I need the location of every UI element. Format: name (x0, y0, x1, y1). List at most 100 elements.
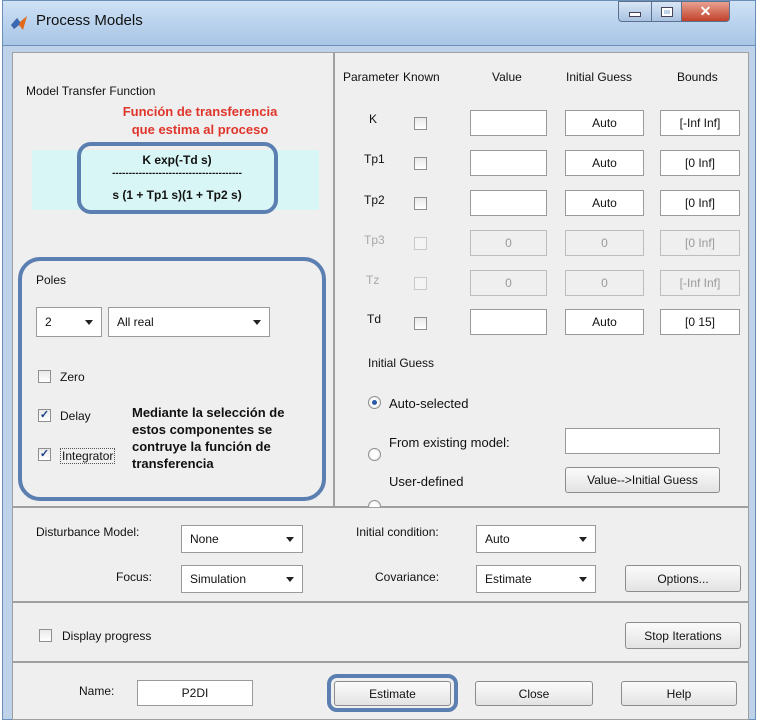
known-checkbox-tp3-box (414, 237, 427, 250)
tf-annotation-line2: que estima al proceso (131, 122, 269, 137)
bounds-field-tp3: [0 Inf] (660, 230, 740, 256)
zero-label: Zero (60, 370, 85, 384)
user-defined-label[interactable]: User-defined (389, 474, 463, 489)
maximize-button[interactable] (652, 1, 682, 22)
window-controls: ✕ (618, 1, 730, 22)
zero-checkbox[interactable] (38, 370, 51, 383)
delay-checkbox[interactable]: ✓ (38, 409, 51, 422)
display-progress-checkbox-box[interactable] (39, 629, 52, 642)
poles-type-select[interactable]: All real (108, 307, 270, 337)
initial-guess-field-k[interactable]: Auto (565, 110, 644, 136)
col-header-bounds: Bounds (677, 70, 718, 84)
known-checkbox-k-box[interactable] (414, 117, 427, 130)
poles-annotation-line: contruye la función de (132, 439, 271, 454)
bounds-field-tp2[interactable]: [0 Inf] (660, 190, 740, 216)
initial-guess-field-tp2[interactable]: Auto (565, 190, 644, 216)
options-button[interactable]: Options... (625, 565, 741, 592)
help-button[interactable]: Help (621, 681, 737, 706)
chevron-down-icon (85, 320, 93, 325)
chevron-down-icon (579, 537, 587, 542)
known-checkbox-tp1[interactable] (414, 157, 427, 170)
from-existing-label[interactable]: From existing model: (389, 435, 510, 450)
value-field-tz: 0 (470, 270, 547, 296)
tf-heading: Model Transfer Function (26, 84, 156, 98)
initial-guess-field-td[interactable]: Auto (565, 309, 644, 335)
initial-guess-title: Initial Guess (368, 356, 435, 370)
initial-guess-field-tp3: 0 (565, 230, 644, 256)
from-existing-radio[interactable] (368, 448, 381, 461)
covariance-select[interactable]: Estimate (476, 565, 596, 593)
col-header-known: Known (403, 70, 440, 84)
poles-label: Poles (36, 273, 67, 287)
poles-count-select[interactable]: 2 (36, 307, 102, 337)
delay-check-icon[interactable]: ✓ (38, 409, 51, 422)
col-header-parameter: Parameter (343, 70, 400, 84)
window-title: Process Models (36, 12, 143, 29)
tf-divider: --------------------------------------- (112, 167, 242, 179)
param-name-td: Td (367, 312, 382, 326)
auto-selected-label[interactable]: Auto-selected (389, 396, 469, 411)
value-field-k[interactable] (470, 110, 547, 136)
integrator-check-icon[interactable]: ✓ (38, 448, 51, 461)
known-checkbox-tz-box (414, 277, 427, 290)
focus-select[interactable]: Simulation (181, 565, 303, 593)
poles-annotation: Mediante la selección de estos component… (132, 404, 284, 472)
initial-condition-select[interactable]: Auto (476, 525, 596, 553)
minimize-icon (629, 12, 641, 17)
delay-label: Delay (60, 409, 91, 423)
poles-annotation-line: estos componentes se (132, 422, 273, 437)
integrator-checkbox[interactable]: ✓ (38, 448, 51, 461)
param-name-tz: Tz (366, 273, 380, 287)
initial-condition-value: Auto (485, 532, 510, 546)
chevron-down-icon (286, 537, 294, 542)
model-name-field[interactable]: P2DI (137, 680, 253, 706)
value-field-tp3: 0 (470, 230, 547, 256)
auto-selected-radio[interactable] (368, 396, 381, 409)
known-checkbox-td[interactable] (414, 317, 427, 330)
value-field-tp2[interactable] (470, 190, 547, 216)
param-name-k: K (369, 112, 378, 126)
initial-guess-field-tp1[interactable]: Auto (565, 150, 644, 176)
covariance-value: Estimate (485, 572, 532, 586)
chevron-down-icon (579, 577, 587, 582)
tf-annotation-line1: Función de transferencia (122, 104, 278, 119)
zero-checkbox-box[interactable] (38, 370, 51, 383)
name-label: Name: (79, 684, 115, 698)
value-field-td[interactable] (470, 309, 547, 335)
disturbance-model-value: None (190, 532, 219, 546)
known-checkbox-tz (414, 277, 427, 290)
close-icon: ✕ (699, 3, 712, 19)
covariance-label: Covariance: (375, 570, 440, 584)
minimize-button[interactable] (618, 1, 652, 22)
bounds-field-td[interactable]: [0 15] (660, 309, 740, 335)
known-checkbox-tp3 (414, 237, 427, 250)
known-checkbox-k[interactable] (414, 117, 427, 130)
close-button[interactable]: Close (475, 681, 593, 706)
display-progress-checkbox[interactable] (39, 629, 52, 642)
disturbance-model-select[interactable]: None (181, 525, 303, 553)
tf-denominator: s (1 + Tp1 s)(1 + Tp2 s) (112, 188, 242, 202)
integrator-label: Integrator (60, 448, 116, 464)
close-window-button[interactable]: ✕ (682, 1, 730, 22)
param-name-tp1: Tp1 (364, 152, 385, 166)
bounds-field-tp1[interactable]: [0 Inf] (660, 150, 740, 176)
display-progress-label: Display progress (62, 629, 152, 643)
bounds-field-k[interactable]: [-Inf Inf] (660, 110, 740, 136)
initial-condition-label: Initial condition: (356, 525, 439, 539)
value-field-tp1[interactable] (470, 150, 547, 176)
known-checkbox-tp1-box[interactable] (414, 157, 427, 170)
disturbance-model-label: Disturbance Model: (36, 525, 140, 539)
poles-annotation-line: Mediante la selección de (132, 405, 285, 420)
chevron-down-icon (253, 320, 261, 325)
focus-label: Focus: (116, 570, 153, 584)
known-checkbox-td-box[interactable] (414, 317, 427, 330)
initial-guess-field-tz: 0 (565, 270, 644, 296)
existing-model-field[interactable] (565, 428, 720, 454)
poles-annotation-line: transferencia (132, 456, 214, 471)
poles-count-value: 2 (45, 315, 52, 329)
known-checkbox-tp2[interactable] (414, 197, 427, 210)
col-header-initial-guess: Initial Guess (566, 70, 633, 84)
known-checkbox-tp2-box[interactable] (414, 197, 427, 210)
value-to-initial-guess-button[interactable]: Value-->Initial Guess (565, 467, 720, 493)
stop-iterations-button[interactable]: Stop Iterations (625, 622, 741, 649)
